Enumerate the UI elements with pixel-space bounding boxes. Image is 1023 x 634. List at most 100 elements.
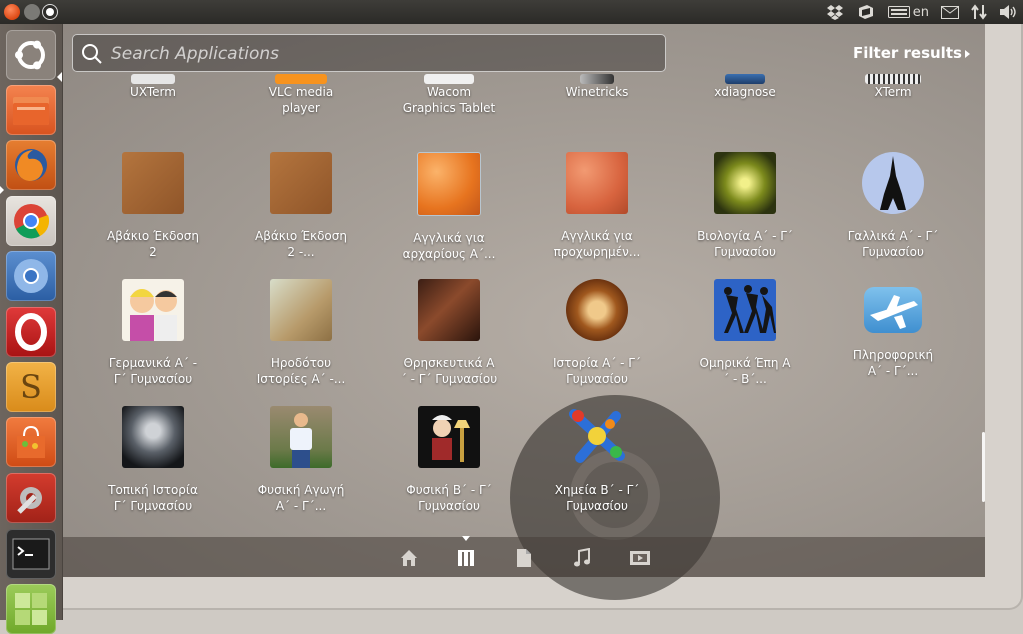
app-label: xdiagnose (714, 85, 776, 99)
wacom-icon (424, 74, 474, 84)
software-center-icon (17, 425, 45, 458)
launcher: S (0, 24, 63, 634)
app-label: Γερμανικά Α΄ - Γ΄ Γυμνασίου (108, 356, 198, 386)
english-beginners-icon (417, 152, 481, 216)
app-tile[interactable]: Τοπική Ιστορία Γ΄ Γυμνασίου (79, 406, 227, 514)
app-label: Γαλλικά Α΄ - Γ΄ Γυμνασίου (847, 229, 939, 259)
dropbox-icon (826, 5, 843, 20)
dash-open-indicator (57, 72, 62, 82)
sublime-text-icon: S (20, 368, 42, 406)
close-window-button[interactable] (4, 4, 20, 20)
homeric-epics-icon (714, 279, 776, 341)
app-tile[interactable]: Βιολογία Α΄ - Γ΄ Γυμνασίου (671, 152, 819, 260)
launcher-opera[interactable] (6, 307, 56, 357)
results-scrollbar[interactable] (982, 432, 985, 502)
filter-expand-arrow-icon[interactable] (965, 50, 970, 58)
biology-icon (714, 152, 776, 214)
app-tile[interactable]: Wacom Graphics Tablet (375, 74, 523, 116)
launcher-chromium[interactable] (6, 251, 56, 301)
lens-files[interactable] (513, 547, 535, 569)
lens-applications[interactable] (455, 547, 477, 569)
app-tile[interactable]: Θρησκευτικά Α ΄ - Γ΄ Γυμνασίου (375, 279, 523, 387)
chrome-icon (14, 204, 50, 239)
app-tile[interactable]: Φυσική Β΄ - Γ΄ Γυμνασίου (375, 406, 523, 514)
keyboard-indicator[interactable]: en (887, 4, 929, 20)
app-tile[interactable]: Γερμανικά Α΄ - Γ΄ Γυμνασίου (79, 279, 227, 387)
running-indicator (0, 186, 4, 194)
app-label: Ομηρικά Έπη Α ΄ - Β΄... (699, 356, 791, 386)
app-label: Winetricks (565, 85, 629, 99)
envelope-icon (941, 5, 959, 19)
app-label: Χημεία Β΄ - Γ΄ Γυμνασίου (554, 483, 640, 513)
app-tile[interactable]: Γαλλικά Α΄ - Γ΄ Γυμνασίου (819, 152, 967, 260)
local-history-icon (122, 406, 184, 468)
app-label: Wacom Graphics Tablet (402, 85, 496, 115)
german-icon (122, 279, 184, 341)
uxterm-icon (131, 74, 175, 84)
app-label: Τοπική Ιστορία Γ΄ Γυμνασίου (108, 483, 198, 513)
launcher-terminal[interactable] (6, 529, 56, 579)
app-tile[interactable]: Αβάκιο Έκδοση 2 (79, 152, 227, 260)
app-label: Φυσική Αγωγή Α΄ - Γ΄... (257, 483, 345, 513)
indicator-area: en (826, 3, 1017, 21)
app-tile[interactable]: VLC media player (227, 74, 375, 116)
music-lens-icon (574, 548, 590, 567)
home-folder-icon (13, 97, 49, 125)
app-tile[interactable]: Ιστορία Α΄ - Γ΄ Γυμνασίου (523, 279, 671, 387)
sound-indicator[interactable] (999, 4, 1017, 20)
applications-grid: UXTerm VLC media player Wacom Graphics T… (63, 74, 985, 534)
app-label: Φυσική Β΄ - Γ΄ Γυμνασίου (406, 483, 492, 513)
xdiagnose-icon (725, 74, 765, 84)
app-label: Αβάκιο Έκδοση 2 -... (255, 229, 347, 259)
lens-video[interactable] (629, 547, 651, 569)
winetricks-icon (580, 74, 614, 84)
dropbox-indicator[interactable] (826, 4, 844, 20)
app-tile[interactable]: xdiagnose (671, 74, 819, 100)
launcher-system-settings[interactable] (6, 473, 56, 523)
speaker-icon (1000, 5, 1016, 19)
search-input[interactable] (109, 35, 653, 73)
launcher-home-folder[interactable] (6, 85, 56, 135)
app-tile[interactable]: Φυσική Αγωγή Α΄ - Γ΄... (227, 406, 375, 514)
launcher-firefox[interactable] (6, 140, 56, 190)
network-indicator[interactable] (971, 4, 987, 20)
app-label: Θρησκευτικά Α ΄ - Γ΄ Γυμνασίου (400, 356, 498, 386)
launcher-dash-button[interactable] (6, 30, 56, 80)
messaging-indicator[interactable] (856, 4, 876, 20)
app-tile[interactable]: Ηροδότου Ιστορίες Α΄ -... (227, 279, 375, 387)
mail-indicator[interactable] (941, 5, 959, 19)
xterm-icon (865, 74, 921, 84)
chemistry-molecule-icon (566, 406, 628, 468)
vlc-icon (275, 74, 327, 84)
app-tile[interactable]: Ομηρικά Έπη Α ΄ - Β΄... (671, 279, 819, 387)
opera-icon (15, 313, 47, 351)
search-field[interactable] (72, 34, 666, 73)
app-tile[interactable]: Χημεία Β΄ - Γ΄ Γυμνασίου (523, 406, 671, 514)
launcher-sublime-text[interactable]: S (6, 362, 56, 412)
terminal-icon (12, 538, 50, 570)
app-tile[interactable]: Winetricks (523, 74, 671, 100)
filter-results-toggle[interactable]: Filter results (853, 44, 962, 62)
physics-icon (418, 406, 480, 468)
herodotus-icon (270, 279, 332, 341)
minimize-window-button[interactable] (24, 4, 40, 20)
top-panel: en (0, 0, 1023, 24)
app-label: XTerm (874, 85, 912, 99)
launcher-workspace-switcher[interactable] (6, 584, 56, 634)
lens-home[interactable] (398, 547, 420, 569)
maximize-window-button[interactable] (42, 4, 58, 20)
app-tile[interactable]: XTerm (819, 74, 967, 100)
keyboard-layout-label: en (912, 4, 929, 20)
app-tile[interactable]: Αγγλικά για προχωρημέν... (523, 152, 671, 260)
app-tile[interactable]: Αγγλικά για αρχαρίους Α΄... (375, 152, 523, 262)
app-tile[interactable]: UXTerm (79, 74, 227, 100)
launcher-chrome[interactable] (6, 196, 56, 246)
app-label: Βιολογία Α΄ - Γ΄ Γυμνασίου (697, 229, 793, 259)
lens-music[interactable] (571, 547, 593, 569)
applications-lens-icon (458, 550, 474, 566)
ubuntu-dash-icon (15, 40, 45, 70)
app-tile[interactable]: Πληροφορική Α΄ - Γ΄... (819, 279, 967, 379)
app-tile[interactable]: Αβάκιο Έκδοση 2 -... (227, 152, 375, 260)
eiffel-tower-icon (862, 152, 924, 214)
launcher-software-center[interactable] (6, 417, 56, 467)
